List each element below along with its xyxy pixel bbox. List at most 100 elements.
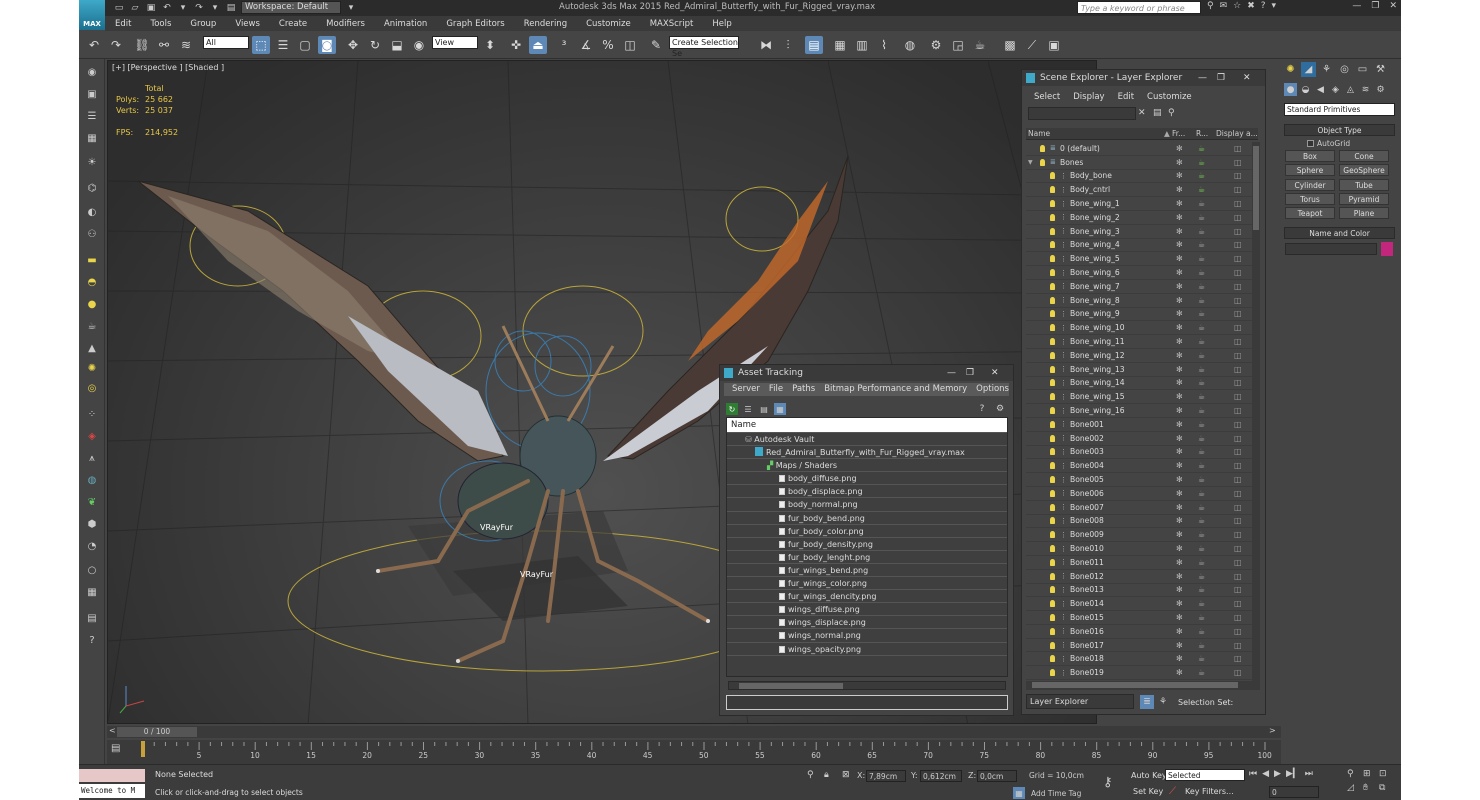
communication-icon[interactable]: ✉ [1220, 1, 1228, 11]
display-toggle-icon[interactable]: ◫ [1234, 171, 1242, 180]
map-file-row[interactable]: fur_body_density.png [727, 538, 1007, 551]
display-toggle-icon[interactable]: ◫ [1234, 254, 1242, 263]
object-row[interactable]: ⋮ Bone018 ✻ ☕ ◫ [1026, 652, 1252, 667]
asset-tracking-title[interactable]: Asset Tracking — ❐ ✕ [720, 365, 1013, 381]
name-column-header[interactable]: Name [727, 418, 1007, 433]
visibility-bulb-icon[interactable] [1050, 503, 1055, 511]
workspace-chevron-icon[interactable]: ▾ [345, 2, 357, 14]
freeze-toggle-icon[interactable]: ✻ [1176, 406, 1183, 415]
object-row[interactable]: ⋮ Bone015 ✻ ☕ ◫ [1026, 611, 1252, 625]
hierarchy-tab-icon[interactable]: ⚘ [1319, 62, 1334, 77]
create-tab-icon[interactable]: ✺ [1283, 62, 1298, 77]
freeze-toggle-icon[interactable]: ✻ [1176, 585, 1183, 594]
renderable-toggle-icon[interactable]: ☕ [1198, 392, 1205, 401]
se-vscrollbar[interactable] [1252, 142, 1260, 682]
select-object-icon[interactable]: ⬚ [252, 36, 270, 54]
object-row[interactable]: ⋮ Bone017 ✻ ☕ ◫ [1026, 639, 1252, 653]
renderable-toggle-icon[interactable]: ☕ [1198, 516, 1205, 525]
foliage-icon[interactable]: ❦ [83, 495, 101, 511]
percent-snap-icon[interactable]: % [599, 36, 617, 54]
object-row[interactable]: ⋮ Bone004 ✻ ☕ ◫ [1026, 459, 1252, 474]
visibility-bulb-icon[interactable] [1050, 572, 1055, 580]
pivot-center-icon[interactable]: ⬍ [481, 36, 499, 54]
renderable-toggle-icon[interactable]: ☕ [1198, 558, 1205, 567]
display-toggle-icon[interactable]: ◫ [1234, 227, 1242, 236]
object-row[interactable]: ⋮ Bone003 ✻ ☕ ◫ [1026, 446, 1252, 460]
help-icon[interactable]: ? [1261, 1, 1266, 11]
layers-icon[interactable]: ≣ [1140, 695, 1154, 709]
visibility-bulb-icon[interactable] [1050, 255, 1055, 263]
freeze-toggle-icon[interactable]: ✻ [1176, 337, 1183, 346]
display-toggle-icon[interactable]: ◫ [1234, 323, 1242, 332]
display-toggle-icon[interactable]: ◫ [1234, 337, 1242, 346]
object-row[interactable]: ⋮ Bone013 ✻ ☕ ◫ [1026, 584, 1252, 598]
menu-animation[interactable]: Animation [374, 19, 436, 29]
at-menu-bitmap-performance[interactable]: Bitmap Performance and Memory [824, 384, 967, 396]
display-toggle-icon[interactable]: ◫ [1234, 516, 1242, 525]
freeze-toggle-icon[interactable]: ✻ [1176, 309, 1183, 318]
previous-frame-icon[interactable]: ◀ [1262, 769, 1269, 779]
object-name-input[interactable] [1285, 243, 1377, 255]
visibility-bulb-icon[interactable] [1050, 324, 1055, 332]
renderable-toggle-icon[interactable]: ☕ [1198, 309, 1205, 318]
object-type-rollout[interactable]: Object Type [1284, 124, 1395, 136]
freeze-toggle-icon[interactable]: ✻ [1176, 447, 1183, 456]
visibility-bulb-icon[interactable] [1050, 600, 1055, 608]
renderable-toggle-icon[interactable]: ☕ [1198, 199, 1205, 208]
new-file-icon[interactable]: ▭ [113, 2, 125, 14]
box-button[interactable]: Box [1285, 150, 1335, 162]
play-icon[interactable]: ▶ [1274, 769, 1281, 779]
sphere-icon[interactable]: ● [83, 297, 101, 313]
renderable-toggle-icon[interactable]: ☕ [1198, 489, 1205, 498]
maxscript-listener-output[interactable] [79, 769, 145, 782]
freeze-toggle-icon[interactable]: ✻ [1176, 365, 1183, 374]
renderable-toggle-icon[interactable]: ☕ [1198, 475, 1205, 484]
visibility-bulb-icon[interactable] [1050, 269, 1055, 277]
window-crossing-icon[interactable]: ◙ [318, 36, 336, 54]
visibility-bulb-icon[interactable] [1050, 282, 1055, 290]
selection-filter-dropdown[interactable]: All [203, 36, 249, 49]
close-icon[interactable]: ✕ [1243, 70, 1251, 86]
renderable-toggle-icon[interactable]: ☕ [1198, 351, 1205, 360]
maximize-viewport-icon[interactable]: ⧉ [1379, 783, 1395, 793]
renderable-toggle-icon[interactable]: ☕ [1198, 282, 1205, 291]
frozen-column-header[interactable]: Fr... [1172, 128, 1185, 140]
renderable-toggle-icon[interactable]: ☕ [1198, 337, 1205, 346]
se-menu-select[interactable]: Select [1034, 92, 1060, 102]
renderable-toggle-icon[interactable]: ☕ [1198, 447, 1205, 456]
absolute-mode-icon[interactable]: ⊠ [842, 770, 850, 780]
scene-explorer-title[interactable]: Scene Explorer - Layer Explorer — ❐ ✕ [1022, 70, 1265, 86]
display-toggle-icon[interactable]: ◫ [1234, 613, 1242, 622]
menu-customize[interactable]: Customize [576, 19, 640, 29]
visibility-bulb-icon[interactable] [1050, 586, 1055, 594]
display-toggle-icon[interactable]: ◫ [1234, 489, 1242, 498]
visibility-bulb-icon[interactable] [1050, 365, 1055, 373]
named-selection-set-dropdown[interactable]: Create Selection Se [669, 36, 739, 58]
refresh-icon[interactable]: ↻ [726, 403, 738, 415]
object-row[interactable]: ⋮ Bone006 ✻ ☕ ◫ [1026, 487, 1252, 501]
layer-row-bones[interactable]: ▼ ≣ Bones ✻ ☕ ◫ [1026, 156, 1252, 170]
display-toggle-icon[interactable]: ◫ [1234, 641, 1242, 650]
find-icon[interactable]: ▤ [1153, 108, 1162, 118]
renderable-toggle-icon[interactable]: ☕ [1198, 613, 1205, 622]
undo-dropdown-icon[interactable]: ▾ [177, 2, 189, 14]
object-row[interactable]: ⋮ Bone_wing_9 ✻ ☕ ◫ [1026, 308, 1252, 322]
auto-key-button[interactable]: Auto Key [1131, 771, 1167, 780]
select-manipulate-icon[interactable]: ✜ [507, 36, 525, 54]
teapot-button[interactable]: Teapot [1285, 207, 1335, 219]
renderable-toggle-icon[interactable]: ☕ [1198, 171, 1205, 180]
display-toggle-icon[interactable]: ◫ [1234, 447, 1242, 456]
curve-editor-icon[interactable]: ⌇ [875, 36, 893, 54]
freeze-toggle-icon[interactable]: ✻ [1176, 227, 1183, 236]
undo-icon[interactable]: ↶ [85, 36, 103, 54]
maxscript-mini-listener[interactable]: Welcome to M [79, 784, 145, 798]
set-key-button[interactable]: Set Key [1133, 787, 1163, 796]
display-toggle-icon[interactable]: ◫ [1234, 475, 1242, 484]
visibility-bulb-icon[interactable] [1050, 655, 1055, 663]
time-tag-icon[interactable]: ▦ [1013, 787, 1025, 799]
display-tab-icon[interactable]: ▭ [1355, 62, 1370, 77]
visibility-bulb-icon[interactable] [1050, 213, 1055, 221]
visibility-bulb-icon[interactable] [1050, 296, 1055, 304]
list-icon[interactable]: ☰ [83, 109, 101, 125]
primitive-category-dropdown[interactable]: Standard Primitives [1284, 103, 1395, 116]
